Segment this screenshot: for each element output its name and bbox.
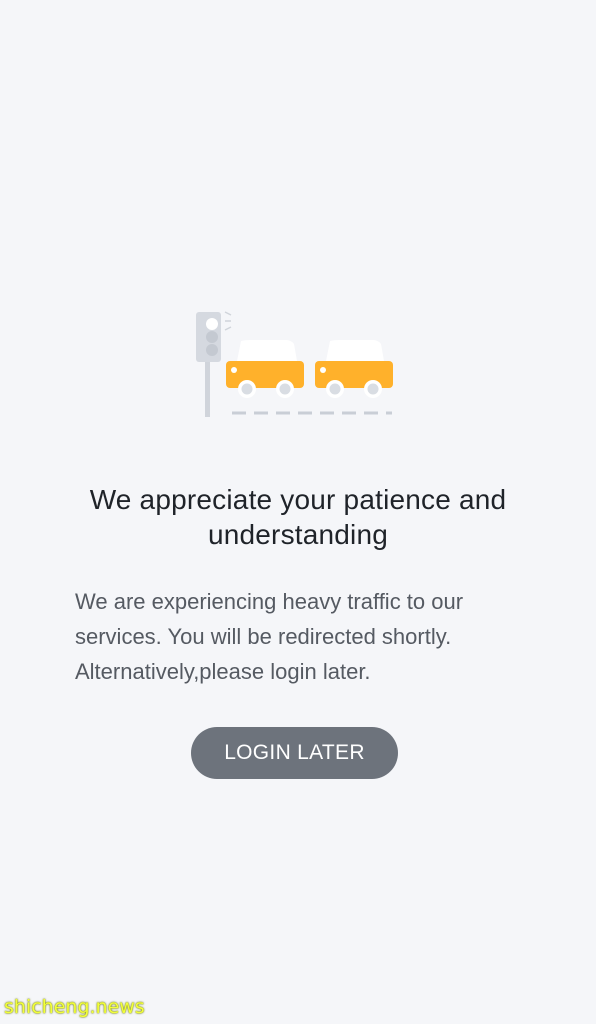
- page-title: We appreciate your patience and understa…: [89, 484, 507, 550]
- car-icon: [226, 340, 304, 398]
- car-icon: [315, 340, 393, 398]
- traffic-light-icon: [196, 311, 232, 417]
- status-message: We are experiencing heavy traffic to our…: [75, 589, 464, 684]
- traffic-cars-icon: [190, 306, 400, 422]
- watermark: shicheng.news: [4, 996, 145, 1018]
- login-later-button[interactable]: LOGIN LATER: [191, 727, 398, 779]
